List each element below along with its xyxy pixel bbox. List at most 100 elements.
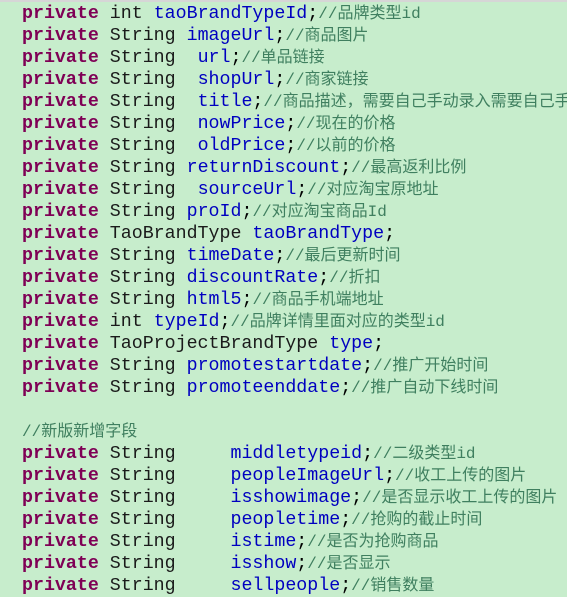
comment: //最后更新时间 (285, 247, 401, 265)
keyword: private (22, 466, 99, 486)
keyword: private (22, 378, 99, 398)
semicolon: ; (351, 488, 363, 508)
type-name: TaoBrandType (109, 224, 242, 244)
keyword: private (22, 48, 99, 68)
type-name: String (109, 114, 176, 134)
comment: //现在的价格 (296, 115, 396, 133)
comment: //是否显示 (307, 555, 391, 573)
field-name: taoBrandTypeId (153, 4, 308, 24)
keyword: private (22, 246, 99, 266)
type-name: String (109, 136, 176, 156)
comment: //是否为抢购商品 (307, 533, 439, 551)
keyword: private (22, 554, 99, 574)
comment: //折扣 (329, 269, 381, 287)
field-name: middletypeid (230, 444, 363, 464)
code-editor[interactable]: private int taoBrandTypeId;//品牌类型id priva… (22, 3, 567, 597)
code-line: private String oldPrice;//以前的价格 (22, 135, 567, 157)
keyword: private (22, 114, 99, 134)
comment: //商品描述，需要自己手动录入需要自己手动 (263, 93, 567, 111)
field-name: peopletime (230, 510, 341, 530)
comment: //是否显示收工上传的图片 (362, 489, 558, 507)
keyword: private (22, 26, 99, 46)
field-name: proId (186, 202, 242, 222)
comment: //收工上传的图片 (395, 467, 527, 485)
code-line: private String title;//商品描述，需要自己手动录入需要自己… (22, 91, 567, 113)
field-name: type (329, 334, 374, 354)
type-name: TaoProjectBrandType (109, 334, 319, 354)
code-line: private TaoBrandType taoBrandType; (22, 223, 567, 245)
code-line: private String nowPrice;//现在的价格 (22, 113, 567, 135)
semicolon: ; (285, 136, 297, 156)
code-line: private String html5;//商品手机端地址 (22, 289, 567, 311)
keyword: private (22, 4, 99, 24)
keyword: private (22, 158, 99, 178)
comment: //二级类型id (373, 445, 476, 463)
type-name: String (109, 378, 176, 398)
type-name: int (109, 4, 143, 24)
semicolon: ; (241, 290, 253, 310)
comment: //品牌类型id (318, 5, 421, 23)
semicolon: ; (296, 532, 308, 552)
comment: //推广开始时间 (373, 357, 489, 375)
section-comment: //新版新增字段 (22, 423, 138, 441)
semicolon: ; (340, 378, 352, 398)
type-name: String (109, 532, 176, 552)
keyword: private (22, 532, 99, 552)
code-line: private String istime;//是否为抢购商品 (22, 531, 567, 553)
keyword: private (22, 70, 99, 90)
semicolon: ; (373, 334, 385, 354)
field-name: taoBrandType (252, 224, 385, 244)
type-name: String (109, 246, 176, 266)
keyword: private (22, 202, 99, 222)
type-name: String (109, 356, 176, 376)
type-name: String (109, 444, 176, 464)
code-line: private String timeDate;//最后更新时间 (22, 245, 567, 267)
keyword: private (22, 136, 99, 156)
field-name: oldPrice (197, 136, 286, 156)
code-line: private String isshowimage;//是否显示收工上传的图片 (22, 487, 567, 509)
code-line: private String isshow;//是否显示 (22, 553, 567, 575)
semicolon: ; (362, 444, 374, 464)
keyword: private (22, 488, 99, 508)
keyword: private (22, 180, 99, 200)
semicolon: ; (296, 554, 308, 574)
field-name: title (197, 92, 253, 112)
semicolon: ; (274, 246, 286, 266)
field-name: timeDate (186, 246, 275, 266)
type-name: String (109, 202, 176, 222)
type-name: String (109, 48, 176, 68)
type-name: String (109, 554, 176, 574)
field-name: istime (230, 532, 297, 552)
comment: //最高返利比例 (351, 159, 467, 177)
field-name: typeId (153, 312, 220, 332)
semicolon: ; (230, 48, 242, 68)
top-border (0, 0, 567, 2)
semicolon: ; (340, 510, 352, 530)
type-name: int (109, 312, 143, 332)
field-name: imageUrl (186, 26, 275, 46)
keyword: private (22, 510, 99, 530)
keyword: private (22, 312, 99, 332)
code-line: private String peopletime;//抢购的截止时间 (22, 509, 567, 531)
type-name: String (109, 268, 176, 288)
keyword: private (22, 290, 99, 310)
type-name: String (109, 158, 176, 178)
semicolon: ; (384, 466, 396, 486)
keyword: private (22, 576, 99, 596)
semicolon: ; (307, 4, 319, 24)
semicolon: ; (219, 312, 231, 332)
field-name: promotestartdate (186, 356, 363, 376)
code-line: private int taoBrandTypeId;//品牌类型id (22, 3, 567, 25)
code-line: private String sellpeople;//销售数量 (22, 575, 567, 597)
comment: //推广自动下线时间 (351, 379, 499, 397)
type-name: String (109, 290, 176, 310)
field-name: url (197, 48, 231, 68)
code-line: private TaoProjectBrandType type; (22, 333, 567, 355)
comment: //对应淘宝商品Id (252, 203, 387, 221)
code-line: private String promoteenddate;//推广自动下线时间 (22, 377, 567, 399)
semicolon: ; (274, 70, 286, 90)
keyword: private (22, 334, 99, 354)
type-name: String (109, 92, 176, 112)
type-name: String (109, 26, 176, 46)
